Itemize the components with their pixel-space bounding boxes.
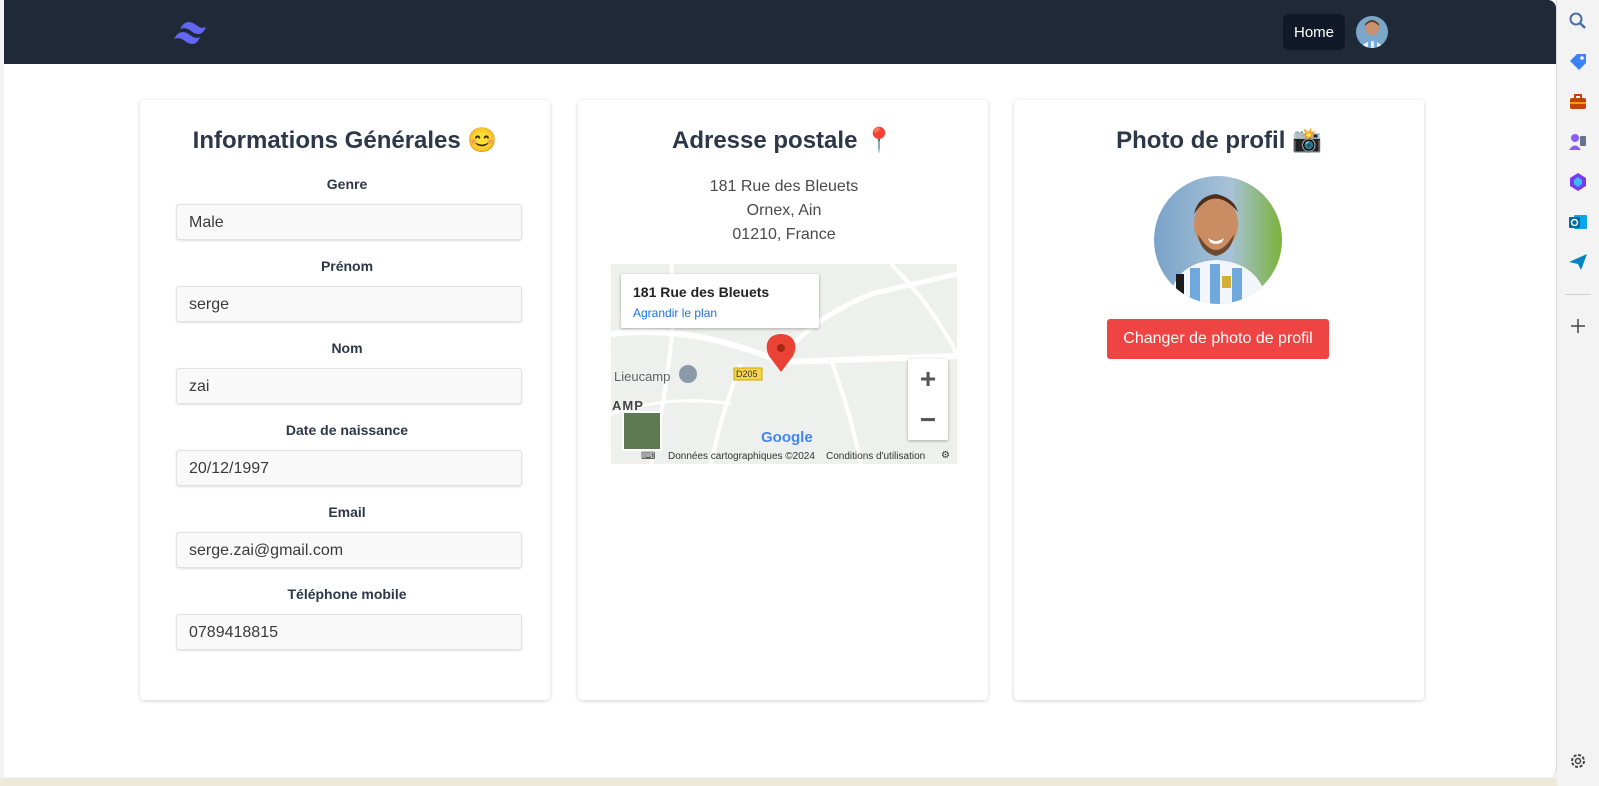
send-icon[interactable]	[1568, 252, 1588, 272]
birthdate-input[interactable]: 20/12/1997	[176, 450, 522, 486]
outlook-icon[interactable]	[1568, 212, 1588, 232]
birthdate-label: Date de naissance	[285, 422, 409, 438]
google-logo: Google	[761, 429, 813, 446]
address-map[interactable]: 181 Rue des Bleuets Agrandir le plan Lie…	[611, 264, 957, 464]
general-info-title: Informations Générales 😊	[192, 127, 498, 154]
phone-input[interactable]: 0789418815	[176, 614, 522, 650]
map-terms-link[interactable]: Conditions d'utilisation	[826, 451, 925, 462]
pin-emoji-icon: 📍	[864, 127, 894, 154]
enlarge-map-link[interactable]: Agrandir le plan	[633, 306, 717, 320]
search-icon[interactable]	[1568, 11, 1588, 31]
settings-icon[interactable]	[1568, 751, 1588, 771]
change-photo-button[interactable]: Changer de photo de profil	[1107, 319, 1329, 359]
map-data-credit: Données cartographiques ©2024	[668, 451, 815, 462]
address-title: Adresse postale 📍	[672, 127, 894, 154]
map-popup-title: 181 Rue des Bleuets	[633, 284, 770, 300]
phone-label: Téléphone mobile	[287, 586, 407, 602]
people-icon[interactable]	[1568, 132, 1588, 152]
tag-icon[interactable]	[1568, 52, 1588, 72]
genre-input[interactable]: Male	[176, 204, 522, 240]
map-zoom-control: + −	[908, 359, 948, 440]
nom-label: Nom	[331, 340, 363, 356]
window-bottom-strip	[0, 778, 1557, 786]
nom-input[interactable]: zai	[176, 368, 522, 404]
map-footer: ⌨ Données cartographiques ©2024 Conditio…	[611, 450, 957, 464]
home-button[interactable]: Home	[1283, 14, 1345, 50]
tailwind-logo-icon[interactable]	[170, 17, 212, 45]
photo-title: Photo de profil 📸	[1116, 127, 1322, 154]
prenom-input[interactable]: serge	[176, 286, 522, 322]
address-line-1: 181 Rue des Bleuets	[709, 178, 859, 195]
email-input[interactable]: serge.zai@gmail.com	[176, 532, 522, 568]
keyboard-icon[interactable]: ⌨	[641, 451, 655, 462]
profile-photo	[1154, 176, 1282, 304]
copilot-icon[interactable]	[1568, 172, 1588, 192]
browser-sidebar	[1557, 0, 1599, 786]
map-place-label: Lieucamp	[614, 369, 671, 384]
address-line-3: 01210, France	[732, 226, 836, 243]
top-navbar: Home	[4, 0, 1556, 64]
address-line-2: Ornex, Ain	[746, 202, 822, 219]
zoom-in-button[interactable]: +	[908, 359, 948, 399]
genre-label: Genre	[326, 176, 368, 192]
prenom-label: Prénom	[320, 258, 374, 274]
email-label: Email	[328, 504, 366, 520]
add-icon[interactable]	[1568, 316, 1588, 336]
briefcase-icon[interactable]	[1568, 92, 1588, 112]
sidebar-divider	[1565, 294, 1591, 295]
zoom-out-button[interactable]: −	[908, 400, 948, 440]
map-info-popup: 181 Rue des Bleuets Agrandir le plan	[621, 274, 819, 328]
map-road-label: D205	[736, 369, 758, 379]
browser-viewport: Home Informations Générales 😊 Genre Male…	[4, 0, 1557, 777]
map-settings-icon[interactable]: ⚙	[941, 450, 950, 461]
camera-emoji-icon: 📸	[1292, 127, 1322, 154]
user-avatar[interactable]	[1356, 16, 1388, 48]
smile-emoji-icon: 😊	[467, 127, 498, 154]
map-edge-label: AMP	[612, 398, 644, 413]
